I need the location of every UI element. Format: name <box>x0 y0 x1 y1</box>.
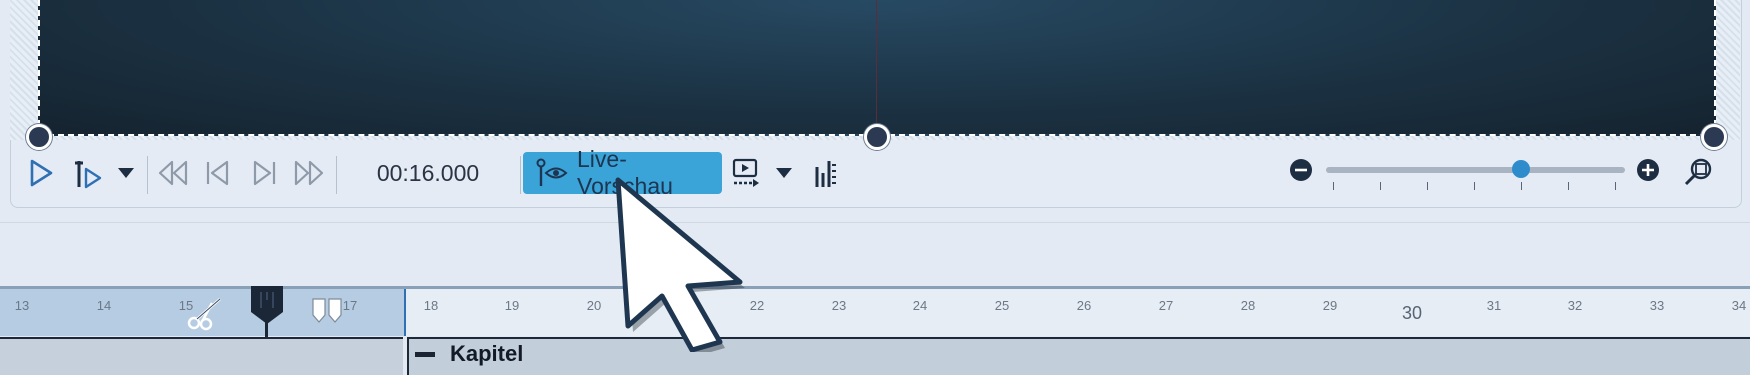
mouse-cursor-icon <box>604 170 754 352</box>
resize-handle-left[interactable] <box>26 124 52 150</box>
ruler-tick-label: 14 <box>96 298 112 313</box>
zoom-tick <box>1521 182 1522 190</box>
next-frame-icon[interactable] <box>250 158 278 188</box>
zoom-tick <box>1615 182 1616 190</box>
zoom-in-icon[interactable] <box>1636 158 1660 182</box>
ruler-tick-label: 23 <box>831 298 847 313</box>
fast-forward-icon[interactable] <box>292 158 326 188</box>
video-preview[interactable] <box>38 0 1716 136</box>
toolbar-separator <box>147 156 148 194</box>
resize-handle-center[interactable] <box>864 124 890 150</box>
toolbar-separator <box>336 156 337 194</box>
fit-zoom-icon[interactable] <box>1682 156 1714 188</box>
scissors-icon[interactable] <box>186 293 226 331</box>
ruler-tick-label: 19 <box>504 298 520 313</box>
zoom-tick <box>1474 182 1475 190</box>
ruler-tick-label: 25 <box>994 298 1010 313</box>
selection-edge[interactable] <box>404 289 406 336</box>
live-preview-icon <box>535 158 569 188</box>
toolbar-separator <box>520 156 521 194</box>
dropdown-arrow-icon[interactable] <box>774 166 794 180</box>
previous-frame-icon[interactable] <box>204 158 232 188</box>
collapse-icon[interactable] <box>415 352 435 357</box>
play-icon[interactable] <box>26 158 56 188</box>
toolbar-gap-area <box>0 222 1750 287</box>
zoom-tick <box>1333 182 1334 190</box>
ruler-tick-label: 26 <box>1076 298 1092 313</box>
track-left[interactable] <box>0 337 403 375</box>
zoom-tick <box>1427 182 1428 190</box>
ruler-tick-label: 34 <box>1731 298 1747 313</box>
zoom-out-icon[interactable] <box>1289 158 1313 182</box>
rewind-icon[interactable] <box>156 158 190 188</box>
ruler-tick-label: 28 <box>1240 298 1256 313</box>
ruler-tick-label: 27 <box>1158 298 1174 313</box>
timecode-display: 00:16.000 <box>376 160 480 186</box>
ruler-tick-label: 13 <box>14 298 30 313</box>
ruler-tick-label: 32 <box>1567 298 1583 313</box>
resize-handle-right[interactable] <box>1701 124 1727 150</box>
center-guide-line <box>876 0 877 134</box>
ruler-tick-label: 29 <box>1322 298 1338 313</box>
zoom-tick <box>1380 182 1381 190</box>
ruler-tick-label: 24 <box>912 298 928 313</box>
zoom-tick <box>1568 182 1569 190</box>
ruler-tick-label: 30 <box>1401 303 1423 323</box>
zoom-slider-thumb[interactable] <box>1512 160 1530 178</box>
ruler-tick-label: 33 <box>1649 298 1665 313</box>
zoom-slider-track[interactable] <box>1326 167 1625 173</box>
ruler-tick-label: 18 <box>423 298 439 313</box>
ruler-tick-label: 31 <box>1486 298 1502 313</box>
dropdown-arrow-icon[interactable] <box>116 166 136 180</box>
chapter-label: Kapitel <box>450 341 524 366</box>
play-from-marker-icon[interactable] <box>72 158 106 190</box>
range-marker-icon[interactable] <box>310 297 344 325</box>
audio-level-icon[interactable] <box>812 156 838 190</box>
